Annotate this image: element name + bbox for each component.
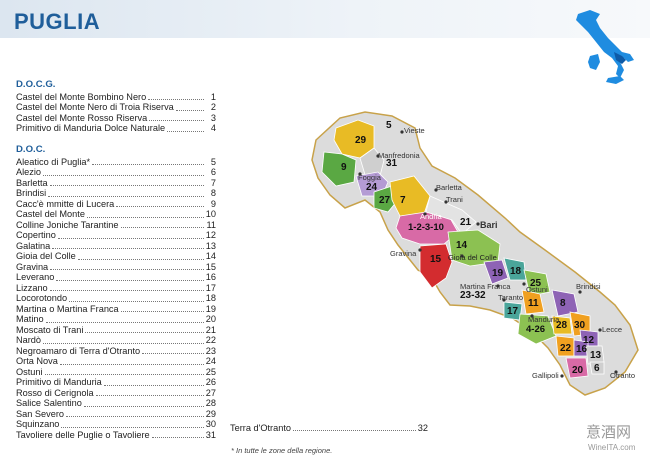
doc-heading: D.O.C. xyxy=(16,144,46,155)
list-item: Primitivo di Manduria Dolce Naturale 4 xyxy=(16,123,216,133)
list-item: Leverano 16 xyxy=(16,272,216,282)
list-item: Rosso di Cerignola 27 xyxy=(16,387,216,398)
zone-label: 9 xyxy=(341,162,347,173)
city-label: Otranto xyxy=(610,371,635,380)
list-item: Negroamaro di Terra d'Otranto 23 xyxy=(16,345,216,356)
city-label: Vieste xyxy=(404,126,425,135)
zone-label: 6 xyxy=(594,363,600,374)
list-item: Castel del Monte Rosso Riserva 3 xyxy=(16,112,216,123)
city-label: Manduria xyxy=(528,315,560,324)
list-item: Brindisi 8 xyxy=(16,188,216,198)
list-item: Copertino 12 xyxy=(16,230,216,240)
city-label: Foggia xyxy=(358,173,382,182)
doc-list: D.O.C. Aleatico di Puglia* 5 Alezio 6 Barl… xyxy=(16,144,216,440)
list-item: Primitivo di Manduria 26 xyxy=(16,377,216,387)
city-label: Gallipoli xyxy=(532,371,559,380)
zone-label: 23-32 xyxy=(460,290,486,301)
list-item: Ostuni 25 xyxy=(16,366,216,377)
list-item: Aleatico di Puglia* 5 xyxy=(16,156,216,167)
city-label: Gioia del Colle xyxy=(448,253,497,262)
list-item: Alezio 6 xyxy=(16,167,216,177)
zone-label: 15 xyxy=(430,254,442,265)
list-item: San Severo 29 xyxy=(16,408,216,419)
city-label: Barletta xyxy=(436,183,463,192)
list-item: Colline Joniche Tarantine 11 xyxy=(16,219,216,230)
zone-label: 30 xyxy=(574,320,586,331)
list-item: Martina o Martina Franca 19 xyxy=(16,303,216,314)
city-label: Manfredonia xyxy=(378,151,421,160)
city-label: Trani xyxy=(446,195,463,204)
list-item: Squinzano 30 xyxy=(16,419,216,429)
list-item: Lizzano 17 xyxy=(16,282,216,293)
list-item: Tavoliere delle Puglie o Tavoliere 31 xyxy=(16,429,216,440)
list-item: Locorotondo 18 xyxy=(16,293,216,303)
zone-label: 13 xyxy=(590,350,602,361)
list-item: Barletta 7 xyxy=(16,177,216,188)
list-item: Matino 20 xyxy=(16,314,216,324)
zone-label: 20 xyxy=(572,365,584,376)
footnote: * In tutte le zone della regione. xyxy=(231,446,333,455)
zone-label: 22 xyxy=(560,343,572,354)
city-label: Lecce xyxy=(602,325,622,334)
list-item: Castel del Monte Bombino Nero 1 xyxy=(16,91,216,102)
zone-label: 7 xyxy=(400,195,406,206)
list-item: Gravina 15 xyxy=(16,261,216,272)
zone-label: 19 xyxy=(492,268,504,279)
zone-label: 5 xyxy=(386,120,392,131)
zone-label: 11 xyxy=(528,298,539,309)
list-item: Castel del Monte Nero di Troia Riserva 2 xyxy=(16,102,216,112)
zone-label: 8 xyxy=(560,298,566,309)
city-label: Ostuni xyxy=(526,285,548,294)
zone-label: 1-2-3-10 xyxy=(408,222,444,233)
zone-label: 17 xyxy=(507,306,519,317)
zone-label: 18 xyxy=(510,266,522,277)
list-item: Salice Salentino 28 xyxy=(16,398,216,408)
list-item: Nardò 22 xyxy=(16,335,216,345)
list-item: Castel del Monte 10 xyxy=(16,209,216,219)
list-item: Galatina 13 xyxy=(16,240,216,251)
city-label: Bari xyxy=(480,220,498,230)
terra-otranto-entry: Terra d'Otranto 32 xyxy=(230,422,428,433)
city-label: Martina Franca xyxy=(460,282,511,291)
docg-list: D.O.C.G. Castel del Monte Bombino Nero 1 … xyxy=(16,79,216,134)
list-item: Cacc'è mmitte di Lucera 9 xyxy=(16,198,216,209)
city-label: Brindisi xyxy=(576,282,601,291)
watermark-url: WineITA.com xyxy=(588,443,636,452)
zone-label: 24 xyxy=(366,182,378,193)
list-item: Moscato di Trani 21 xyxy=(16,324,216,335)
zone-label: 4-26 xyxy=(526,324,545,335)
city-label: Andria xyxy=(420,212,443,221)
list-item: Gioia del Colle 14 xyxy=(16,251,216,261)
docg-heading: D.O.C.G. xyxy=(16,79,56,90)
page-title: PUGLIA xyxy=(14,9,101,34)
zone-label: 14 xyxy=(456,240,468,251)
watermark-cn: 意酒网 xyxy=(586,423,632,441)
puglia-map: 5 29 9 31 24 27 7 1-2-3-10 21 15 14 19 1… xyxy=(311,111,639,396)
city-label: Gravina xyxy=(390,249,417,258)
italy-locator-icon xyxy=(576,10,634,84)
zone-label: 21 xyxy=(460,217,472,228)
zone-label: 27 xyxy=(379,195,391,206)
list-item: Orta Nova 24 xyxy=(16,356,216,366)
zone-label: 29 xyxy=(355,135,367,146)
zone-label: 16 xyxy=(576,344,588,355)
city-label: Taranto xyxy=(498,293,523,302)
